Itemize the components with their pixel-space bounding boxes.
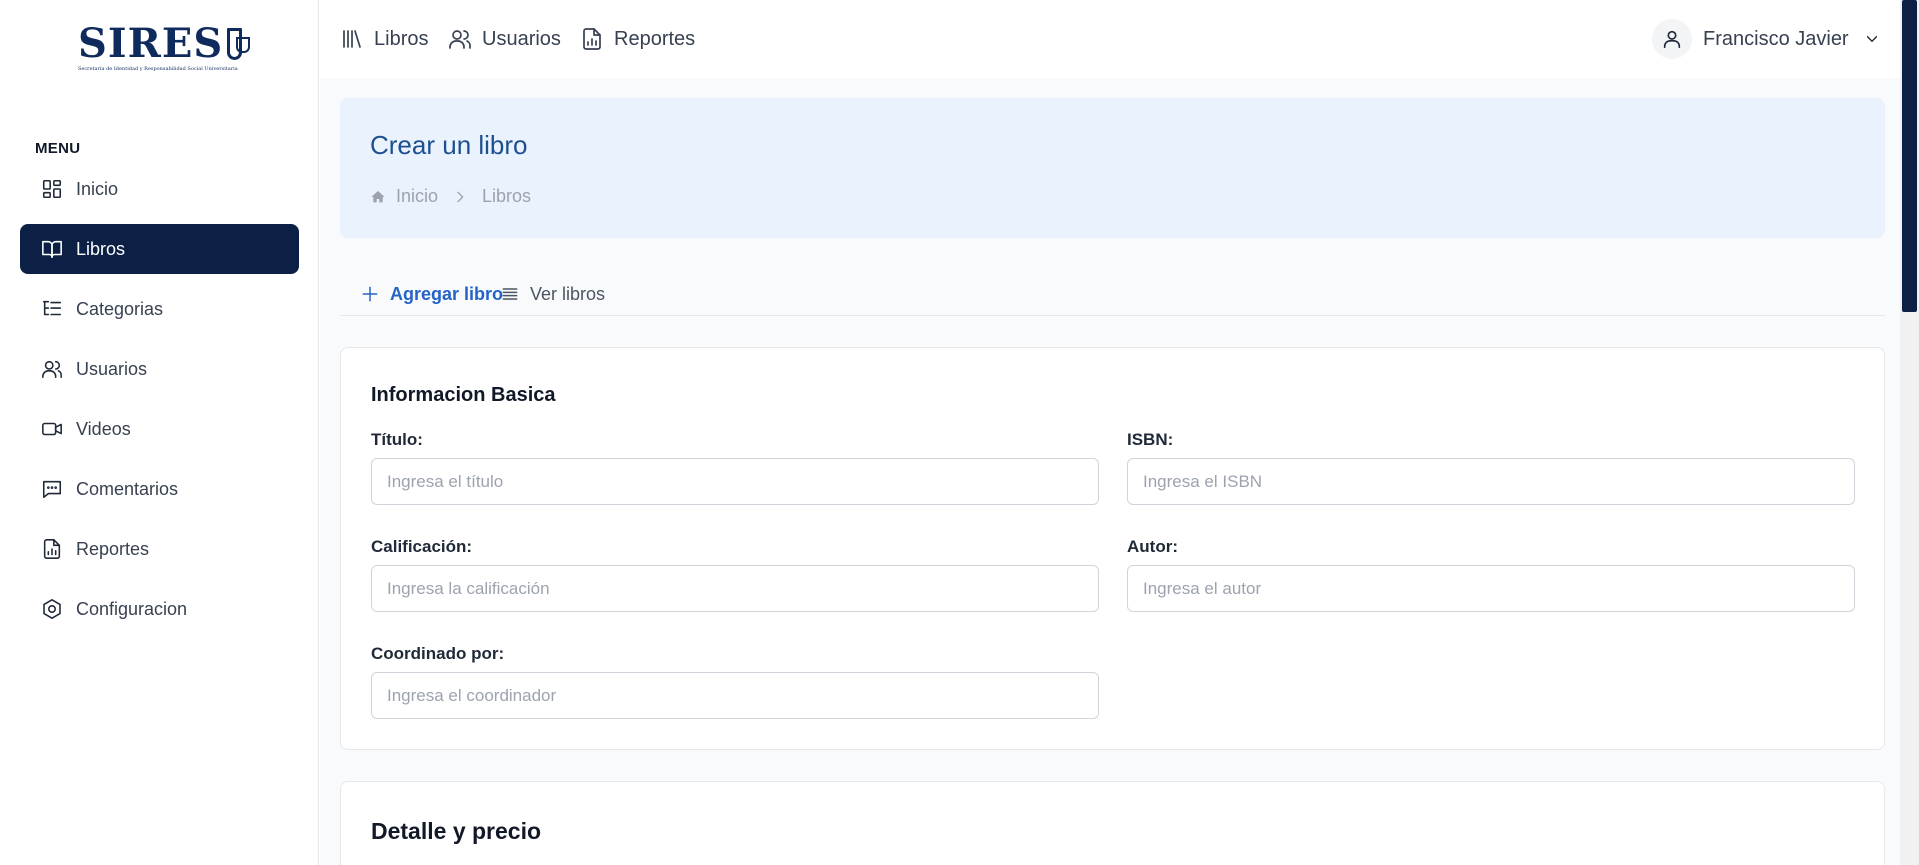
sidebar-item-label: Libros (76, 238, 126, 259)
dashboard-icon (41, 178, 63, 200)
tab-agregar-libro[interactable]: Agregar libro (360, 274, 503, 314)
header-link-libros[interactable]: Libros (340, 24, 428, 54)
sidebar-nav: Inicio Libros Categorias Usuarios Videos (20, 164, 299, 644)
sidebar-item-label: Reportes (76, 538, 150, 559)
detail-price-card: Detalle y precio (340, 781, 1885, 865)
chevron-down-icon (1863, 30, 1881, 48)
sidebar-item-videos[interactable]: Videos (20, 404, 299, 454)
header-link-label: Libros (374, 27, 429, 50)
list-icon (502, 288, 518, 300)
page-scrollbar[interactable] (1900, 0, 1919, 865)
tab-label: Agregar libro (390, 283, 504, 304)
sidebar: SIRES Secretaría de Identidad y Responsa… (0, 0, 319, 865)
section-title: Detalle y precio (371, 818, 542, 844)
main-content: Crear un libro Inicio Libros Agregar lib… (320, 78, 1900, 865)
shield-icon (227, 28, 250, 60)
sidebar-item-reportes[interactable]: Reportes (20, 524, 299, 574)
video-icon (41, 418, 63, 440)
settings-icon (41, 598, 63, 620)
sidebar-item-inicio[interactable]: Inicio (20, 164, 299, 214)
tab-label: Ver libros (530, 283, 606, 304)
logo-subtitle: Secretaría de Identidad y Responsabilida… (78, 66, 238, 72)
header-link-label: Usuarios (482, 27, 561, 50)
sires-logo[interactable]: SIRES Secretaría de Identidad y Responsa… (78, 20, 250, 72)
isbn-label: ISBN: (1127, 430, 1174, 449)
calificacion-input[interactable] (371, 565, 1099, 612)
header-link-reportes[interactable]: Reportes (580, 24, 695, 54)
sidebar-item-label: Configuracion (76, 598, 188, 619)
header-link-label: Reportes (614, 27, 696, 50)
tab-ver-libros[interactable]: Ver libros (500, 274, 605, 314)
sidebar-item-label: Categorias (76, 298, 164, 319)
autor-label: Autor: (1127, 537, 1178, 556)
sidebar-item-configuracion[interactable]: Configuracion (20, 584, 299, 634)
library-icon (343, 30, 361, 48)
coordinado-label: Coordinado por: (371, 644, 505, 663)
user-name: Francisco Javier (1703, 27, 1849, 50)
isbn-input[interactable] (1127, 458, 1855, 505)
tab-bar: Agregar libro Ver libros (340, 274, 1885, 316)
home-icon (370, 189, 386, 205)
section-title: Informacion Basica (371, 384, 556, 406)
users-icon (41, 358, 63, 380)
user-icon (1663, 30, 1681, 49)
comment-icon (41, 478, 63, 500)
sidebar-item-label: Inicio (76, 178, 119, 199)
list-tree-icon (41, 298, 63, 320)
menu-title: MENU (35, 140, 81, 157)
basic-info-card: Informacion Basica Título: ISBN: Calific… (340, 347, 1885, 750)
report-icon (583, 28, 601, 50)
logo-text: SIRES (78, 20, 224, 67)
sidebar-item-label: Comentarios (76, 478, 179, 499)
breadcrumb-libros: Libros (482, 186, 532, 206)
plus-icon (362, 286, 378, 302)
coordinado-input[interactable] (371, 672, 1099, 719)
users-icon (449, 30, 471, 49)
sidebar-item-label: Usuarios (76, 358, 148, 379)
scrollbar-thumb[interactable] (1902, 0, 1917, 312)
sidebar-item-libros[interactable]: Libros (20, 224, 299, 274)
sidebar-item-usuarios[interactable]: Usuarios (20, 344, 299, 394)
sidebar-item-label: Videos (76, 418, 131, 439)
page-banner: Crear un libro Inicio Libros (340, 98, 1885, 238)
chevron-right-icon (452, 189, 468, 205)
titulo-input[interactable] (371, 458, 1099, 505)
report-icon (41, 538, 63, 560)
book-icon (41, 238, 63, 260)
titulo-label: Título: (371, 430, 423, 449)
breadcrumb-inicio[interactable]: Inicio (396, 186, 438, 207)
breadcrumb: Inicio Libros (370, 186, 531, 207)
sidebar-item-categorias[interactable]: Categorias (20, 284, 299, 334)
calificacion-label: Calificación: (371, 537, 473, 556)
avatar (1652, 19, 1692, 59)
top-header: Libros Usuarios Reportes Francisco Javie… (320, 0, 1900, 78)
sidebar-item-comentarios[interactable]: Comentarios (20, 464, 299, 514)
user-menu[interactable]: Francisco Javier (1652, 19, 1881, 59)
autor-input[interactable] (1127, 565, 1855, 612)
page-title: Crear un libro (370, 130, 528, 160)
header-link-usuarios[interactable]: Usuarios (448, 24, 561, 54)
